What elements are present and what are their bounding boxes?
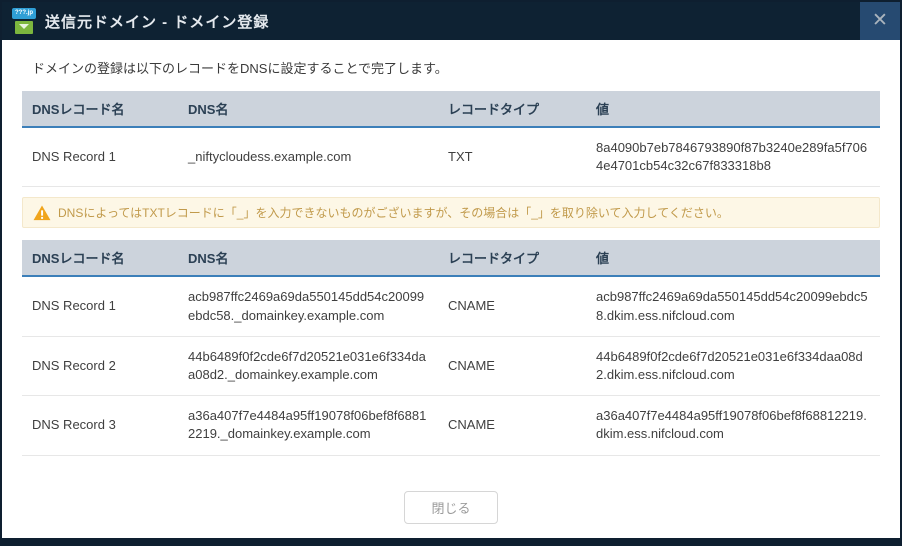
envelope-icon [15,20,33,34]
domain-registration-modal: ???.jp 送信元ドメイン - ドメイン登録 ✕ ドメインの登録は以下のレコー… [0,0,902,546]
warning-banner: DNSによってはTXTレコードに「_」を入力できないものがございますが、その場合… [22,197,880,229]
table-row: DNS Record 2 44b6489f0f2cde6f7d20521e031e… [22,336,880,397]
column-header-record-type: レコードタイプ [438,240,586,278]
column-header-value: 値 [586,240,880,278]
cell-dns-name: a36a407f7e4484a95ff19078f06bef8f68812219… [178,395,438,456]
column-header-record-type: レコードタイプ [438,91,586,128]
cname-record-table: DNSレコード名 DNS名 レコードタイプ値 DNS Record 1 acb987f… [22,240,880,456]
intro-text: ドメインの登録は以下のレコードをDNSに設定することで完了します。 [32,61,448,76]
txt-record-table: DNSレコード名 DNS名 レコードタイプ値 DNS Record 1 _niftyc… [22,91,880,188]
cell-record-name: DNS Record 2 [22,336,178,397]
cell-value: a36a407f7e4484a95ff19078f06bef8f68812219… [586,395,880,456]
cell-record-type: CNAME [438,336,586,397]
close-icon[interactable]: ✕ [860,2,900,40]
cell-record-type: CNAME [438,276,586,337]
modal-title: 送信元ドメイン - ドメイン登録 [45,13,270,31]
table-header-row: DNSレコード名 DNS名 レコードタイプ値 [22,240,880,278]
column-header-record-name: DNSレコード名 [22,91,178,128]
domain-label-icon: ???.jp [12,7,36,19]
modal-body: ドメインの登録は以下のレコードをDNSに設定することで完了します。 DNSレコー… [2,40,900,481]
cell-record-type: CNAME [438,395,586,456]
modal-footer: 閉じる [2,481,900,538]
warning-triangle-icon [33,205,51,221]
warning-text: DNSによってはTXTレコードに「_」を入力できないものがございますが、その場合… [58,206,729,221]
table-row: DNS Record 1 acb987ffc2469a69da550145dd54… [22,276,880,337]
cell-dns-name: acb987ffc2469a69da550145dd54c20099ebdc58… [178,276,438,337]
cell-record-type: TXT [438,127,586,188]
cell-value: 8a4090b7eb7846793890f87b3240e289fa5f7064… [586,127,880,188]
column-header-dns-name: DNS名 [178,240,438,278]
modal-header: ???.jp 送信元ドメイン - ドメイン登録 ✕ [2,2,900,40]
table-header-row: DNSレコード名 DNS名 レコードタイプ値 [22,91,880,128]
cell-value: 44b6489f0f2cde6f7d20521e031e6f334daa08d2… [586,336,880,397]
sender-domain-icon: ???.jp [12,7,36,35]
table-row: DNS Record 1 _niftycloudess.example.com TX… [22,127,880,188]
close-button[interactable]: 閉じる [404,491,498,524]
column-header-record-name: DNSレコード名 [22,240,178,278]
cell-value: acb987ffc2469a69da550145dd54c20099ebdc58… [586,276,880,337]
cell-record-name: DNS Record 1 [22,127,178,188]
column-header-dns-name: DNS名 [178,91,438,128]
cell-dns-name: _niftycloudess.example.com [178,127,438,188]
cell-record-name: DNS Record 1 [22,276,178,337]
column-header-value: 値 [586,91,880,128]
cell-dns-name: 44b6489f0f2cde6f7d20521e031e6f334daa08d2… [178,336,438,397]
table-row: DNS Record 3 a36a407f7e4484a95ff19078f06b… [22,395,880,456]
cell-record-name: DNS Record 3 [22,395,178,456]
